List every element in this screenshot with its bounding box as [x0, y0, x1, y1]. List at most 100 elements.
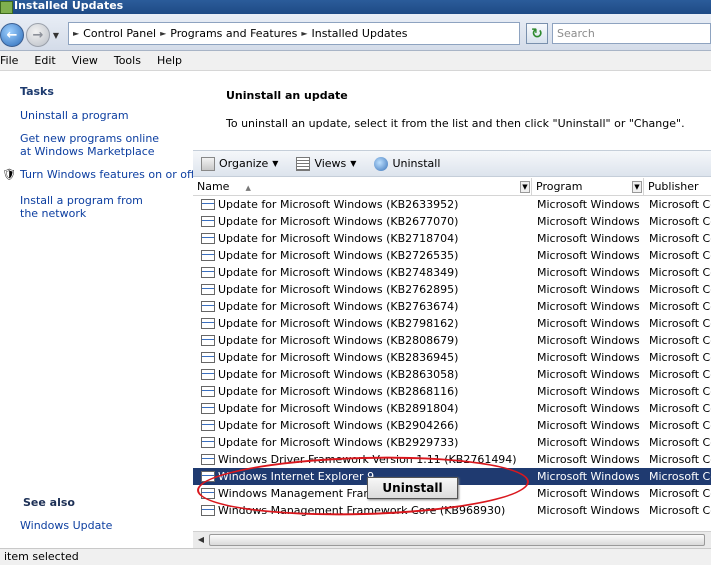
- table-row[interactable]: Update for Microsoft Windows (KB2929733)…: [193, 434, 711, 451]
- table-row[interactable]: Windows Management Framework Core (KB968…: [193, 502, 711, 519]
- search-input[interactable]: [552, 23, 711, 44]
- refresh-button[interactable]: ↻: [526, 23, 548, 44]
- update-icon: [201, 420, 215, 431]
- row-publisher: Microsoft Cor: [649, 402, 711, 415]
- row-name: Update for Microsoft Windows (KB2798162): [218, 317, 459, 330]
- update-icon: [201, 352, 215, 363]
- windows-update-link[interactable]: Windows Update: [20, 519, 112, 532]
- content-header: Uninstall an update To uninstall an upda…: [193, 72, 711, 150]
- update-icon: [201, 199, 215, 210]
- column-name-label: Name: [197, 180, 230, 193]
- row-name: Update for Microsoft Windows (KB2677070): [218, 215, 459, 228]
- row-publisher: Microsoft Cor: [649, 215, 711, 228]
- breadcrumb-programs-and-features[interactable]: Programs and Features: [170, 27, 297, 40]
- table-row[interactable]: Update for Microsoft Windows (KB2863058)…: [193, 366, 711, 383]
- chevron-down-icon: ▼: [634, 183, 640, 191]
- breadcrumb-installed-updates[interactable]: Installed Updates: [312, 27, 408, 40]
- table-row[interactable]: Update for Microsoft Windows (KB2904266)…: [193, 417, 711, 434]
- row-name: Update for Microsoft Windows (KB2929733): [218, 436, 459, 449]
- shield-icon: 🛡: [2, 168, 16, 181]
- row-publisher: Microsoft Cor: [649, 368, 711, 381]
- breadcrumb-separator-icon[interactable]: ►: [73, 29, 79, 38]
- row-publisher: Microsoft Cor: [649, 436, 711, 449]
- row-name: Update for Microsoft Windows (KB2748349): [218, 266, 459, 279]
- breadcrumb-control-panel[interactable]: Control Panel: [83, 27, 156, 40]
- column-name-filter-dropdown[interactable]: ▼: [520, 181, 530, 193]
- horizontal-scrollbar[interactable]: ◀: [193, 531, 711, 548]
- table-row[interactable]: Update for Microsoft Windows (KB2808679)…: [193, 332, 711, 349]
- organize-button[interactable]: Organize ▼: [201, 156, 279, 171]
- scroll-left-icon[interactable]: ◀: [195, 534, 207, 546]
- menu-tools[interactable]: Tools: [106, 51, 149, 71]
- table-row[interactable]: Update for Microsoft Windows (KB2762895)…: [193, 281, 711, 298]
- chevron-down-icon: ▼: [272, 159, 279, 168]
- update-icon: [201, 488, 215, 499]
- see-also-heading: See also: [23, 496, 75, 509]
- row-program: Microsoft Windows: [537, 436, 640, 449]
- table-row[interactable]: Update for Microsoft Windows (KB2868116)…: [193, 383, 711, 400]
- column-program-filter-dropdown[interactable]: ▼: [632, 181, 642, 193]
- chevron-down-icon: ▼: [522, 183, 528, 191]
- row-program: Microsoft Windows: [537, 266, 640, 279]
- table-row[interactable]: Update for Microsoft Windows (KB2726535)…: [193, 247, 711, 264]
- row-name: Windows Driver Framework Version 1.11 (K…: [218, 453, 517, 466]
- menu-edit[interactable]: Edit: [26, 51, 63, 71]
- table-row[interactable]: Update for Microsoft Windows (KB2677070)…: [193, 213, 711, 230]
- row-publisher: Microsoft Cor: [649, 453, 711, 466]
- column-program-label: Program: [536, 180, 583, 193]
- uninstall-toolbar-button[interactable]: Uninstall: [374, 156, 440, 171]
- row-program: Microsoft Windows: [537, 283, 640, 296]
- row-publisher: Microsoft Cor: [649, 419, 711, 432]
- row-publisher: Microsoft Cor: [649, 249, 711, 262]
- update-icon: [201, 284, 215, 295]
- breadcrumb[interactable]: ► Control Panel ► Programs and Features …: [68, 22, 520, 45]
- column-name[interactable]: Name ▲: [193, 178, 532, 196]
- row-publisher: Microsoft Cor: [649, 487, 711, 500]
- address-toolbar: ← → ▼ ► Control Panel ► Programs and Fea…: [0, 14, 711, 51]
- table-row[interactable]: Update for Microsoft Windows (KB2836945)…: [193, 349, 711, 366]
- row-publisher: Microsoft Cor: [649, 266, 711, 279]
- table-row[interactable]: Update for Microsoft Windows (KB2763674)…: [193, 298, 711, 315]
- table-row[interactable]: Update for Microsoft Windows (KB2718704)…: [193, 230, 711, 247]
- get-programs-online-link[interactable]: Get new programs online at Windows Marke…: [20, 132, 170, 158]
- control-panel-icon: [0, 1, 13, 14]
- table-row[interactable]: Windows Driver Framework Version 1.11 (K…: [193, 451, 711, 468]
- row-publisher: Microsoft Cor: [649, 317, 711, 330]
- row-name: Update for Microsoft Windows (KB2762895): [218, 283, 459, 296]
- row-publisher: Microsoft Cor: [649, 504, 711, 517]
- breadcrumb-separator-icon[interactable]: ►: [301, 29, 307, 38]
- row-program: Microsoft Windows: [537, 317, 640, 330]
- views-button[interactable]: Views ▼: [296, 156, 356, 171]
- menu-help[interactable]: Help: [149, 51, 190, 71]
- turn-windows-features-link[interactable]: Turn Windows features on or off: [20, 168, 195, 181]
- forward-button[interactable]: →: [26, 23, 50, 47]
- table-row[interactable]: Update for Microsoft Windows (KB2798162)…: [193, 315, 711, 332]
- menu-view[interactable]: View: [64, 51, 106, 71]
- table-row[interactable]: Update for Microsoft Windows (KB2891804)…: [193, 400, 711, 417]
- recent-pages-dropdown[interactable]: ▼: [51, 31, 61, 41]
- uninstall-program-link[interactable]: Uninstall a program: [20, 109, 188, 122]
- menu-file[interactable]: File: [0, 51, 26, 71]
- update-icon: [201, 267, 215, 278]
- row-program: Microsoft Windows: [537, 487, 640, 500]
- scrollbar-thumb[interactable]: [209, 534, 705, 546]
- column-program[interactable]: Program: [532, 178, 644, 196]
- update-icon: [201, 454, 215, 465]
- back-button[interactable]: ←: [0, 23, 24, 47]
- table-row[interactable]: Update for Microsoft Windows (KB2748349)…: [193, 264, 711, 281]
- table-row[interactable]: Update for Microsoft Windows (KB2633952)…: [193, 196, 711, 213]
- row-program: Microsoft Windows: [537, 419, 640, 432]
- update-icon: [201, 233, 215, 244]
- row-program: Microsoft Windows: [537, 351, 640, 364]
- row-program: Microsoft Windows: [537, 453, 640, 466]
- row-publisher: Microsoft Cor: [649, 283, 711, 296]
- status-bar: item selected: [0, 548, 711, 565]
- context-uninstall-button[interactable]: Uninstall: [367, 477, 458, 499]
- task-pane: Tasks Uninstall a program Get new progra…: [0, 72, 195, 548]
- row-name: Update for Microsoft Windows (KB2836945): [218, 351, 459, 364]
- column-publisher[interactable]: Publisher: [644, 178, 711, 196]
- row-name: Update for Microsoft Windows (KB2718704): [218, 232, 459, 245]
- row-publisher: Microsoft Cor: [649, 334, 711, 347]
- breadcrumb-separator-icon[interactable]: ►: [160, 29, 166, 38]
- install-from-network-link[interactable]: Install a program from the network: [20, 194, 160, 220]
